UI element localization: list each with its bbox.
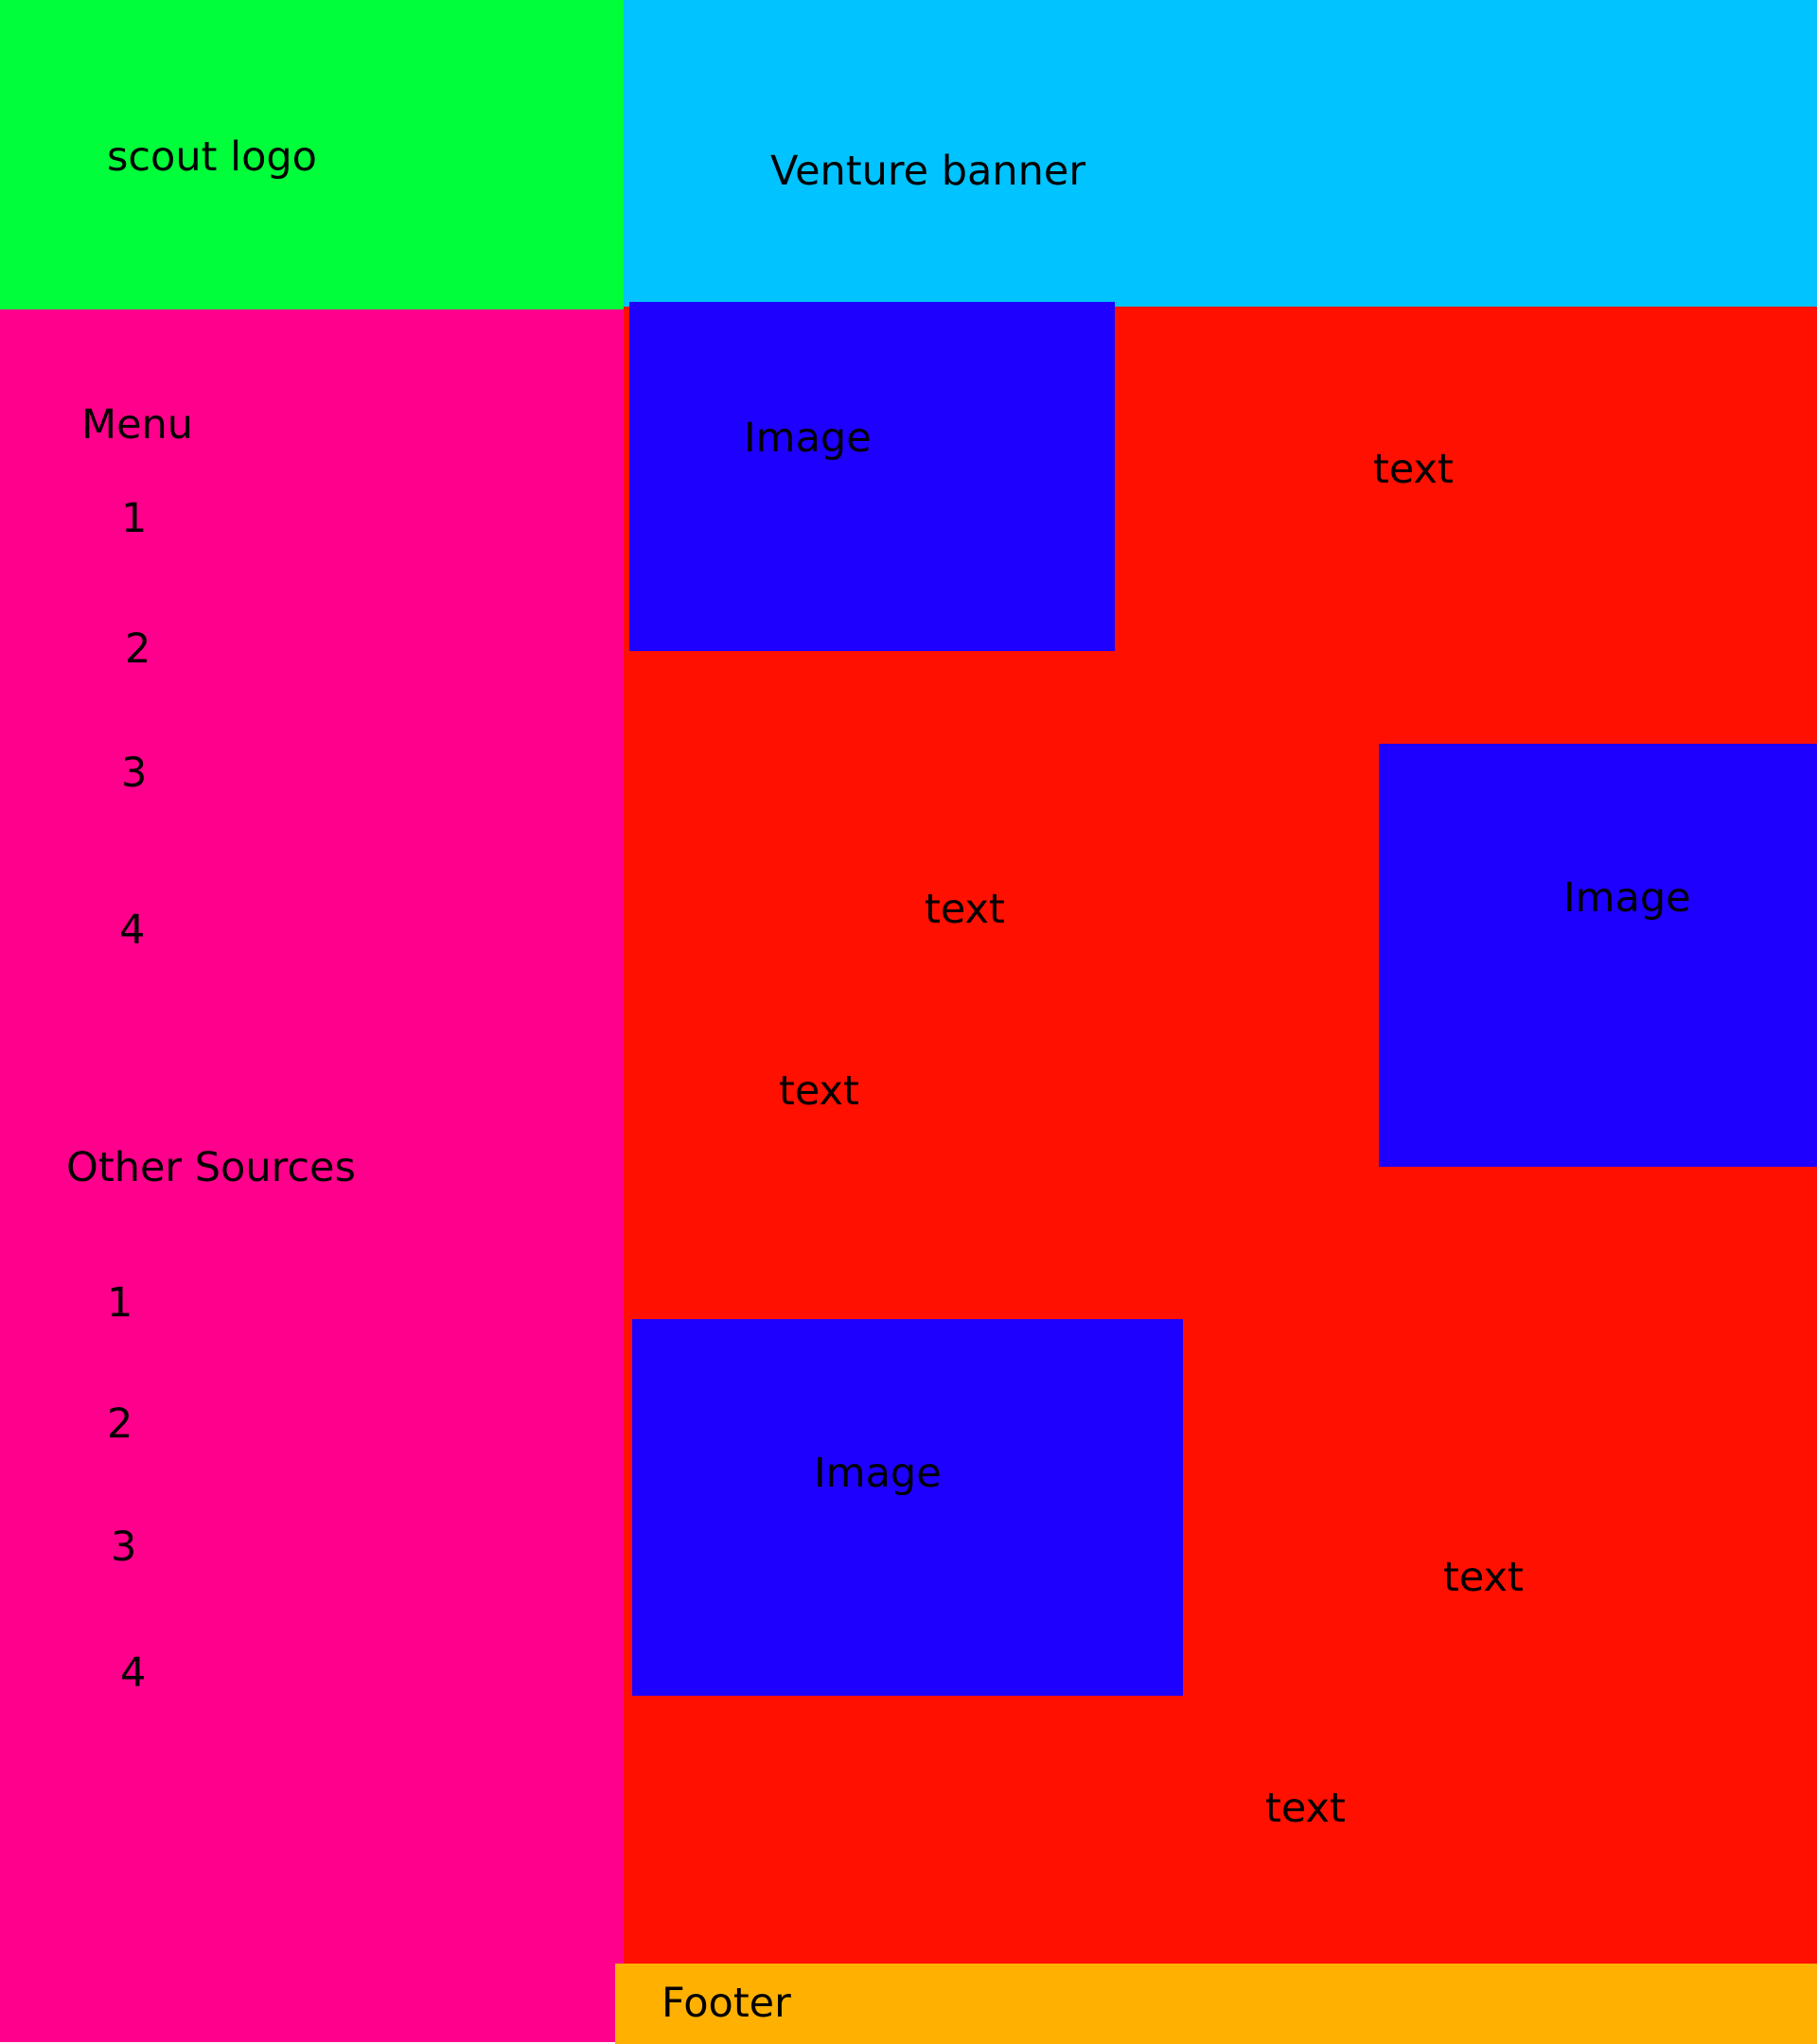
image-label: Image [814, 1450, 942, 1497]
content-text: text [1443, 1554, 1524, 1601]
content-text: text [925, 886, 1005, 933]
other-source-item-4[interactable]: 4 [120, 1653, 146, 1694]
menu-title: Menu [81, 401, 194, 449]
footer-label: Footer [662, 1980, 791, 2027]
image-placeholder: Image [632, 1319, 1183, 1696]
content-text: text [1373, 446, 1454, 493]
logo-label: scout logo [107, 133, 317, 181]
menu-item-1[interactable]: 1 [121, 499, 147, 539]
sidebar: Menu 1 2 3 4 Other Sources 1 2 3 4 [0, 309, 624, 2042]
banner-label: Venture banner [770, 148, 1086, 195]
menu-item-3[interactable]: 3 [121, 753, 147, 794]
image-placeholder: Image [629, 302, 1115, 651]
other-source-item-1[interactable]: 1 [107, 1283, 132, 1324]
image-label: Image [744, 414, 872, 462]
image-placeholder: Image [1379, 744, 1817, 1167]
other-source-item-2[interactable]: 2 [107, 1404, 132, 1445]
content-text: text [1265, 1785, 1346, 1832]
content-text: text [779, 1067, 859, 1115]
other-sources-title: Other Sources [66, 1144, 356, 1191]
footer: Footer [615, 1964, 1817, 2044]
menu-item-4[interactable]: 4 [119, 910, 145, 951]
venture-banner: Venture banner [624, 0, 1817, 307]
image-label: Image [1563, 874, 1691, 922]
logo-area[interactable]: scout logo [0, 0, 624, 309]
other-source-item-3[interactable]: 3 [111, 1527, 136, 1568]
menu-item-2[interactable]: 2 [125, 629, 150, 670]
